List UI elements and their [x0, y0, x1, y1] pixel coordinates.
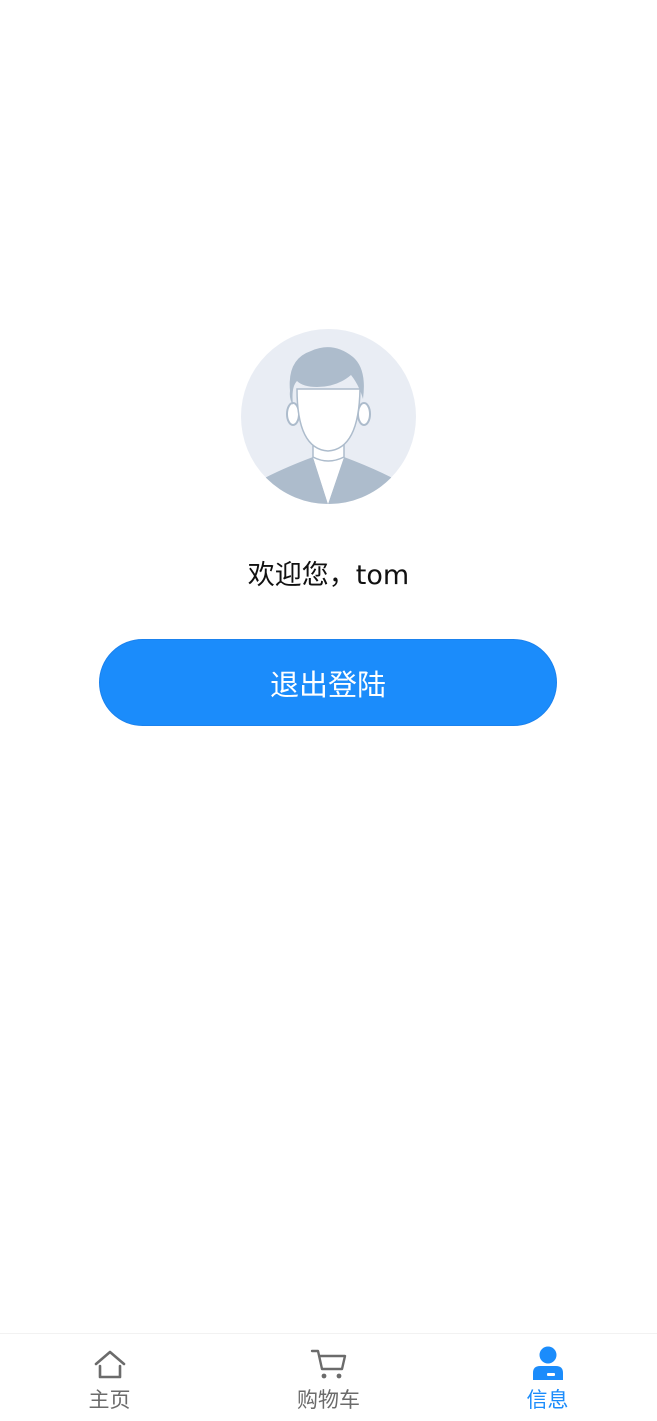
cart-icon: [310, 1345, 348, 1383]
user-avatar-icon: [241, 329, 416, 504]
tab-home[interactable]: 主页: [0, 1334, 219, 1421]
avatar: [241, 329, 416, 504]
logout-button[interactable]: 退出登陆: [99, 639, 557, 726]
bottom-tab-bar: 主页 购物车 信息: [0, 1333, 657, 1421]
welcome-text: 欢迎您，tom: [247, 560, 410, 591]
tab-cart[interactable]: 购物车: [219, 1334, 438, 1421]
tab-home-label: 主页: [88, 1388, 131, 1412]
home-icon: [91, 1345, 129, 1383]
tab-info[interactable]: 信息: [438, 1334, 657, 1421]
user-icon: [529, 1345, 567, 1383]
tab-info-label: 信息: [526, 1388, 569, 1412]
tab-cart-label: 购物车: [297, 1388, 360, 1412]
profile-screen: 欢迎您，tom 退出登陆 主页 购物车 信息: [0, 0, 657, 1421]
